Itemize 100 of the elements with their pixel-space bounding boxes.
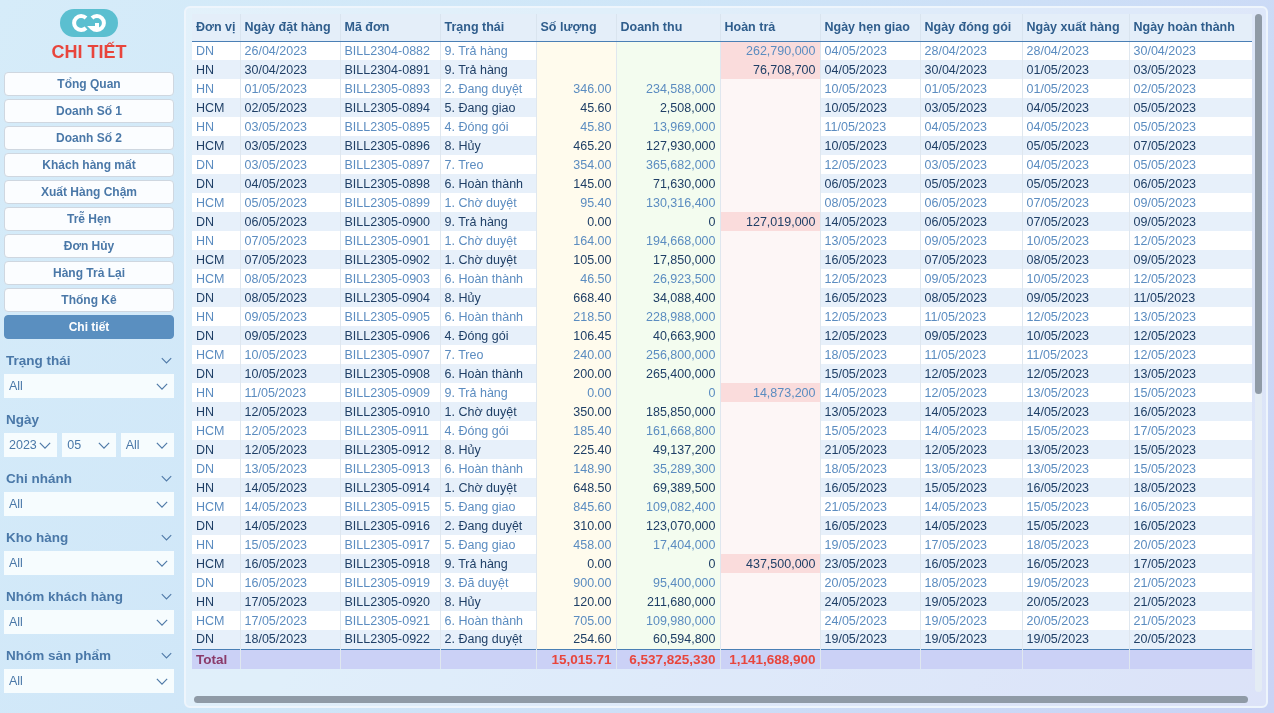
dropdown[interactable]: All <box>4 492 174 516</box>
table-cell: 16/05/2023 <box>820 516 920 535</box>
table-cell: 09/05/2023 <box>240 326 340 345</box>
table-cell: 15/05/2023 <box>1022 421 1129 440</box>
table-cell: 14/05/2023 <box>240 516 340 535</box>
column-header[interactable]: Đơn vị <box>192 14 240 41</box>
chevron-down-icon <box>39 441 52 449</box>
table-cell: HN <box>192 535 240 554</box>
table-cell: HN <box>192 383 240 402</box>
horizontal-scrollbar[interactable] <box>194 696 1248 703</box>
nav-button[interactable]: Doanh Số 1 <box>4 99 174 123</box>
nav-button[interactable]: Chi tiết <box>4 315 174 339</box>
table-cell: BILL2304-0891 <box>340 60 440 79</box>
nav-button[interactable]: Hàng Trả Lại <box>4 261 174 285</box>
column-header[interactable]: Trạng thái <box>440 14 536 41</box>
table-cell: 900.00 <box>536 573 616 592</box>
table-cell: 3. Đã duyệt <box>440 573 536 592</box>
table-cell: DN <box>192 459 240 478</box>
dropdown[interactable]: 05 <box>62 433 116 457</box>
chevron-down-icon <box>161 357 172 364</box>
dropdown[interactable]: All <box>4 551 174 575</box>
table-cell: 02/05/2023 <box>240 98 340 117</box>
nav-button[interactable]: Trễ Hẹn <box>4 207 174 231</box>
column-header[interactable]: Doanh thu <box>616 14 720 41</box>
table-cell: 21/05/2023 <box>820 440 920 459</box>
table-cell: 845.60 <box>536 497 616 516</box>
table-cell: 09/05/2023 <box>920 231 1022 250</box>
table-cell: 15/05/2023 <box>820 364 920 383</box>
table-cell: 109,980,000 <box>616 611 720 630</box>
dropdown[interactable]: All <box>4 610 174 634</box>
table-cell: 10/05/2023 <box>240 364 340 383</box>
table-cell: 01/05/2023 <box>1022 60 1129 79</box>
table-cell: 12/05/2023 <box>240 421 340 440</box>
table-cell: 123,070,000 <box>616 516 720 535</box>
nav-button[interactable]: Thống Kê <box>4 288 174 312</box>
table-cell: 13/05/2023 <box>240 459 340 478</box>
dropdown[interactable]: All <box>4 669 174 693</box>
table-cell: 7. Treo <box>440 155 536 174</box>
table-cell: HCM <box>192 269 240 288</box>
table-cell: BILL2305-0910 <box>340 402 440 421</box>
table-cell: 256,800,000 <box>616 345 720 364</box>
column-header[interactable]: Ngày hẹn giao <box>820 14 920 41</box>
nav-button[interactable]: Tổng Quan <box>4 72 174 96</box>
table-cell: 13/05/2023 <box>1129 364 1252 383</box>
table-cell: 13/05/2023 <box>820 402 920 421</box>
total-cell: 6,537,825,330 <box>616 649 720 669</box>
table-cell: 15/05/2023 <box>1022 497 1129 516</box>
total-cell: 15,015.71 <box>536 649 616 669</box>
table-cell: 45.60 <box>536 98 616 117</box>
table-cell: 14/05/2023 <box>920 402 1022 421</box>
dropdown[interactable]: All <box>120 433 174 457</box>
table-cell: BILL2305-0902 <box>340 250 440 269</box>
table-cell: 01/05/2023 <box>240 79 340 98</box>
column-header[interactable]: Hoàn trả <box>720 14 820 41</box>
chevron-down-icon <box>97 441 110 449</box>
table-cell: 17/05/2023 <box>1129 554 1252 573</box>
vertical-scrollbar[interactable] <box>1255 14 1262 692</box>
column-header[interactable]: Ngày đóng gói <box>920 14 1022 41</box>
nav-button[interactable]: Xuất Hàng Chậm <box>4 180 174 204</box>
table-cell: 0.00 <box>536 554 616 573</box>
column-header[interactable]: Ngày đặt hàng <box>240 14 340 41</box>
table-cell: 437,500,000 <box>720 554 820 573</box>
nav-button[interactable]: Đơn Hủy <box>4 234 174 258</box>
table-cell: 705.00 <box>536 611 616 630</box>
table-cell: 19/05/2023 <box>1022 630 1129 649</box>
filter-label: Kho hàng <box>6 530 69 545</box>
table-cell: 24/05/2023 <box>820 611 920 630</box>
dropdown[interactable]: 2023 <box>4 433 58 457</box>
table-cell: 19/05/2023 <box>920 592 1022 611</box>
table-cell: DN <box>192 573 240 592</box>
table-cell: 95.40 <box>536 193 616 212</box>
nav-button[interactable]: Doanh Số 2 <box>4 126 174 150</box>
table-cell: 09/05/2023 <box>1129 212 1252 231</box>
table-cell: 09/05/2023 <box>240 307 340 326</box>
table-cell: HN <box>192 307 240 326</box>
table-cell: 13/05/2023 <box>1022 383 1129 402</box>
table-cell: 127,019,000 <box>720 212 820 231</box>
table-cell: 9. Trả hàng <box>440 60 536 79</box>
table-cell: BILL2305-0900 <box>340 212 440 231</box>
table-cell: 164.00 <box>536 231 616 250</box>
table-cell: BILL2305-0903 <box>340 269 440 288</box>
table-cell: 21/05/2023 <box>1129 611 1252 630</box>
table-cell: 06/05/2023 <box>920 212 1022 231</box>
column-header[interactable]: Mã đơn <box>340 14 440 41</box>
table-cell: 16/05/2023 <box>820 288 920 307</box>
table-cell: 69,389,500 <box>616 478 720 497</box>
table-cell: 03/05/2023 <box>920 98 1022 117</box>
table-cell: HN <box>192 117 240 136</box>
table-cell: 07/05/2023 <box>240 231 340 250</box>
table-cell: HN <box>192 79 240 98</box>
dropdown[interactable]: All <box>4 374 174 398</box>
column-header[interactable]: Ngày hoàn thành <box>1129 14 1252 41</box>
table-cell: 49,137,200 <box>616 440 720 459</box>
nav-button[interactable]: Khách hàng mất <box>4 153 174 177</box>
table-cell: 04/05/2023 <box>240 174 340 193</box>
column-header[interactable]: Ngày xuất hàng <box>1022 14 1129 41</box>
table-cell: 05/05/2023 <box>1129 117 1252 136</box>
column-header[interactable]: Số lượng <box>536 14 616 41</box>
table-cell: 16/05/2023 <box>1129 516 1252 535</box>
table-cell: 12/05/2023 <box>920 440 1022 459</box>
